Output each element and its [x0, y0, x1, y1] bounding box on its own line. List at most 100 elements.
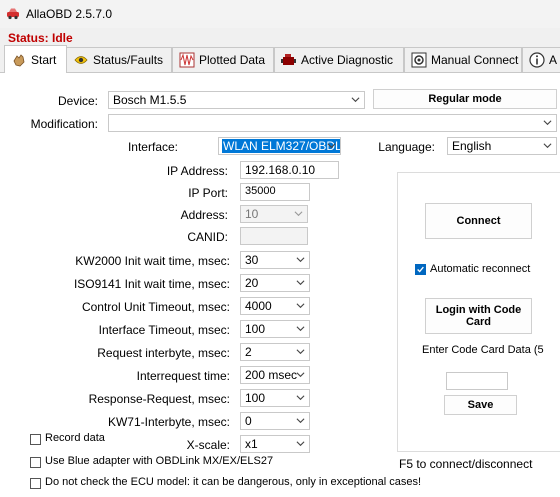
interrequest-label: Interrequest time: [136, 369, 230, 383]
code-card-label: Enter Code Card Data (5 [422, 344, 544, 356]
if-timeout-value: 100 [245, 322, 266, 336]
xscale-label: X-scale: [186, 438, 230, 452]
chevron-down-icon [351, 97, 360, 103]
engine-icon [281, 54, 296, 65]
device-select[interactable]: Bosch M1.5.5 [108, 91, 365, 109]
tab-status-faults[interactable]: Status/Faults [66, 47, 172, 72]
save-button[interactable]: Save [444, 395, 517, 415]
kw2000-label: KW2000 Init wait time, msec: [75, 254, 230, 268]
blue-adapter-checkbox[interactable] [30, 457, 41, 468]
cu-timeout-select[interactable]: 4000 [240, 297, 310, 315]
address-select[interactable]: 10 [240, 205, 308, 223]
ip-address-label: IP Address: [166, 164, 228, 178]
request-interbyte-label: Request interbyte, msec: [97, 346, 230, 360]
kw71-value: 0 [245, 414, 252, 428]
tab-plotted-data[interactable]: Plotted Data [172, 47, 274, 72]
record-data-label: Record data [45, 432, 105, 444]
tab-start[interactable]: Start [4, 45, 67, 73]
kw2000-select[interactable]: 30 [240, 251, 310, 269]
device-value: Bosch M1.5.5 [113, 93, 187, 107]
chevron-down-icon [296, 349, 305, 355]
tab-strip: Start Status/Faults Plotted Data Active … [0, 45, 560, 73]
interface-label: Interface: [127, 140, 178, 154]
code-card-input[interactable] [446, 372, 508, 390]
chevron-down-icon [296, 326, 305, 332]
chevron-down-icon [543, 120, 552, 126]
iso9141-value: 20 [245, 276, 259, 290]
tab-label: Status/Faults [93, 53, 164, 67]
f5-hint: F5 to connect/disconnect [399, 457, 533, 471]
connect-button[interactable]: Connect [425, 203, 532, 239]
xscale-select[interactable]: x1 [240, 435, 310, 453]
language-value: English [452, 139, 492, 153]
ip-port-label: IP Port: [188, 186, 228, 200]
cu-timeout-label: Control Unit Timeout, msec: [81, 300, 230, 314]
language-select[interactable]: English [447, 137, 557, 155]
chevron-down-icon [296, 257, 305, 263]
chevron-down-icon [294, 211, 303, 217]
title-bar: AllaOBD 2.5.7.0 [0, 0, 560, 28]
checkmark-icon [417, 266, 424, 273]
device-label: Device: [57, 94, 98, 108]
canid-input[interactable] [240, 227, 308, 245]
kw71-label: KW71-Interbyte, msec: [107, 415, 230, 429]
interface-value: WLAN ELM327/OBDLink [222, 139, 340, 153]
ip-port-input[interactable]: 35000 [240, 183, 310, 201]
status-text: Status: Idle [8, 31, 73, 45]
interface-select[interactable]: WLAN ELM327/OBDLink [218, 137, 341, 155]
if-timeout-select[interactable]: 100 [240, 320, 310, 338]
blue-adapter-label: Use Blue adapter with OBDLink MX/EX/ELS2… [45, 455, 274, 467]
iso9141-label: ISO9141 Init wait time, msec: [73, 277, 230, 291]
modification-label: Modification: [30, 117, 98, 131]
address-value: 10 [245, 207, 259, 221]
login-code-card-button[interactable]: Login with Code Card [425, 298, 532, 334]
window-title: AllaOBD 2.5.7.0 [26, 7, 113, 21]
hand-icon [13, 53, 25, 66]
no-check-ecu-label: Do not check the ECU model: it can be da… [45, 476, 422, 488]
record-data-checkbox[interactable] [30, 434, 41, 445]
if-timeout-label: Interface Timeout, msec: [98, 323, 230, 337]
chevron-down-icon [296, 303, 305, 309]
car-icon [7, 8, 19, 20]
tab-label: Plotted Data [199, 53, 266, 67]
info-icon [529, 52, 545, 68]
warning-icon [74, 56, 88, 64]
xscale-value: x1 [245, 437, 258, 451]
chevron-down-icon [296, 280, 305, 286]
language-label: Language: [378, 140, 435, 154]
auto-reconnect-label: Automatic reconnect [430, 263, 531, 275]
chevron-down-icon [543, 143, 552, 149]
cu-timeout-value: 4000 [245, 299, 272, 313]
tab-active-diagnostic[interactable]: Active Diagnostic [274, 47, 404, 72]
start-panel: Device: Bosch M1.5.5 Regular mode Modifi… [0, 72, 560, 497]
tab-manual-connect[interactable]: Manual Connect [404, 47, 522, 72]
chevron-down-icon [327, 143, 336, 149]
settings-icon [411, 52, 427, 68]
no-check-ecu-checkbox[interactable] [30, 478, 41, 489]
ip-address-input[interactable]: 192.168.0.10 [240, 161, 339, 179]
canid-label: CANID: [187, 230, 228, 244]
request-interbyte-select[interactable]: 2 [240, 343, 310, 361]
address-label: Address: [180, 208, 228, 222]
tab-about[interactable]: A [522, 47, 560, 72]
tab-label: A [549, 53, 558, 67]
tab-label: Active Diagnostic [301, 53, 394, 67]
iso9141-select[interactable]: 20 [240, 274, 310, 292]
chevron-down-icon [296, 418, 305, 424]
chevron-down-icon [296, 395, 305, 401]
tab-label: Start [31, 52, 57, 67]
kw2000-value: 30 [245, 253, 259, 267]
auto-reconnect-checkbox[interactable] [415, 264, 426, 275]
response-request-label: Response-Request, msec: [88, 392, 230, 406]
regular-mode-button[interactable]: Regular mode [373, 89, 557, 109]
chevron-down-icon [296, 372, 305, 378]
kw71-select[interactable]: 0 [240, 412, 310, 430]
interrequest-select[interactable]: 200 msec [240, 366, 310, 384]
interrequest-value: 200 msec [245, 368, 298, 382]
modification-select[interactable] [108, 114, 557, 132]
waveform-icon [179, 52, 195, 68]
response-request-value: 100 [245, 391, 266, 405]
response-request-select[interactable]: 100 [240, 389, 310, 407]
request-interbyte-value: 2 [245, 345, 252, 359]
tab-label: Manual Connect [431, 53, 519, 67]
